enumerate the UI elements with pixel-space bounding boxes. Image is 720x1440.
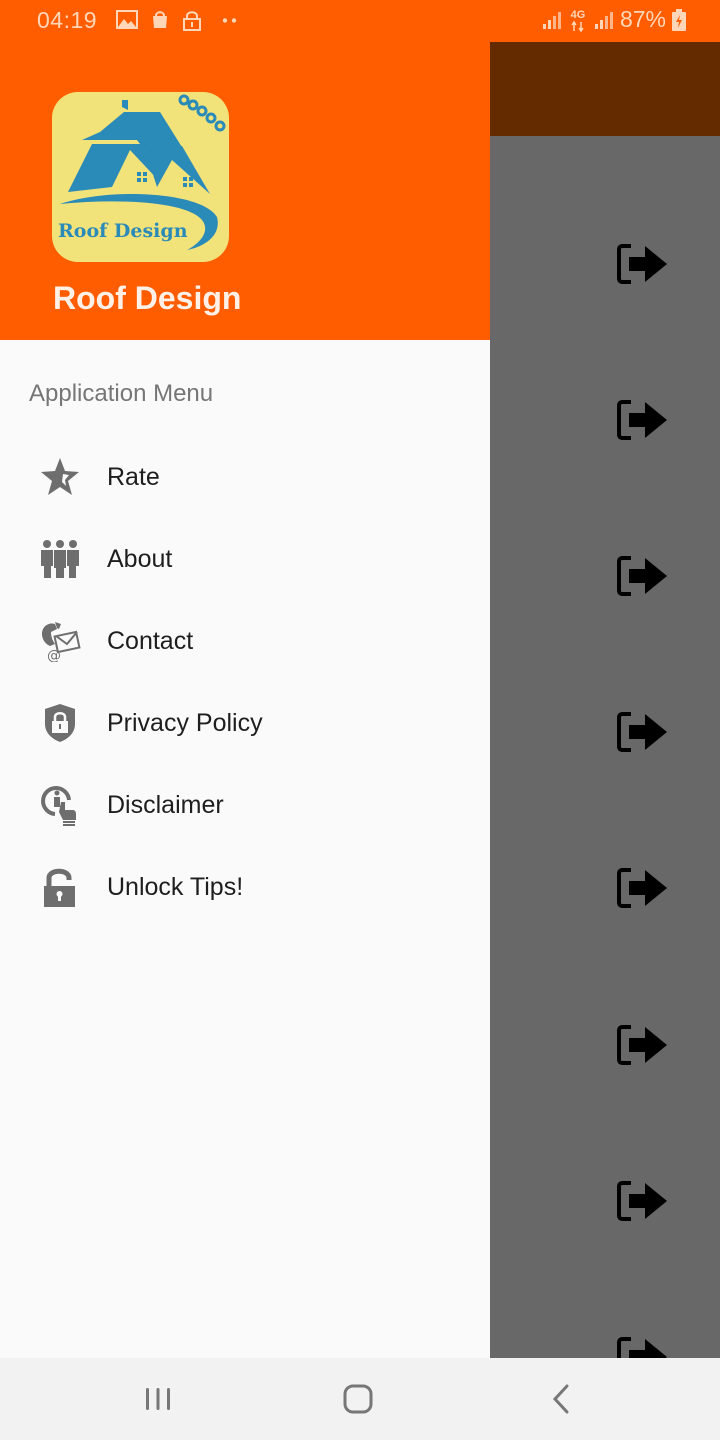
drawer-app-name: Roof Design	[53, 280, 242, 316]
exit-arrow-icon[interactable]	[615, 242, 671, 286]
status-time: 04:19	[37, 7, 98, 33]
people-icon	[41, 540, 79, 578]
battery-percent: 87%	[619, 6, 666, 32]
menu-section-title: Application Menu	[29, 380, 214, 407]
exit-arrow-icon[interactable]	[615, 1179, 671, 1223]
star-icon	[41, 458, 79, 495]
menu-item-about[interactable]: About	[0, 519, 490, 599]
menu-item-unlock-tips[interactable]: Unlock Tips!	[0, 847, 490, 927]
menu-item-label: Disclaimer	[107, 790, 224, 819]
menu-item-rate[interactable]: Rate	[0, 437, 490, 517]
lock-icon	[183, 11, 201, 31]
info-touch-icon	[41, 786, 76, 826]
signal-icon-2	[594, 11, 613, 29]
network-4g-icon: 4G	[571, 9, 586, 32]
battery-charging-icon	[672, 8, 686, 31]
shopping-bag-icon	[153, 11, 167, 28]
app-logo: Roof Design	[52, 92, 229, 262]
exit-arrow-icon[interactable]	[615, 554, 671, 598]
exit-arrow-icon[interactable]	[615, 866, 671, 910]
menu-item-disclaimer[interactable]: Disclaimer	[0, 765, 490, 845]
status-bar: 04:19 4G 87%	[0, 0, 720, 42]
menu-item-label: Privacy Policy	[107, 708, 263, 737]
more-dots-icon	[222, 18, 237, 23]
menu-item-label: Unlock Tips!	[107, 872, 244, 901]
menu-item-privacy-policy[interactable]: Privacy Policy	[0, 683, 490, 763]
signal-icon	[542, 11, 561, 29]
navigation-drawer: Roof Design Roof Design Application Menu…	[0, 0, 490, 1358]
recents-icon[interactable]	[128, 1376, 188, 1422]
drawer-header: Roof Design Roof Design	[0, 0, 490, 340]
exit-arrow-icon[interactable]	[615, 1023, 671, 1067]
menu-item-label: Rate	[107, 462, 160, 491]
system-nav-bar	[0, 1358, 720, 1440]
shield-lock-icon	[45, 704, 75, 742]
exit-arrow-icon[interactable]	[615, 710, 671, 754]
svg-text:4G: 4G	[571, 9, 586, 21]
menu-item-contact[interactable]: @ Contact	[0, 601, 490, 681]
phone-mail-icon: @	[42, 622, 81, 662]
exit-arrow-icon[interactable]	[615, 398, 671, 442]
home-icon[interactable]	[328, 1376, 388, 1422]
menu-item-label: Contact	[107, 626, 194, 655]
back-icon[interactable]	[530, 1376, 590, 1422]
svg-text:@: @	[47, 648, 61, 662]
menu-item-label: About	[107, 544, 173, 573]
image-icon	[116, 10, 138, 29]
logo-text: Roof Design	[58, 220, 188, 242]
unlock-icon	[44, 868, 75, 907]
status-right: 4G 87%	[542, 6, 686, 33]
